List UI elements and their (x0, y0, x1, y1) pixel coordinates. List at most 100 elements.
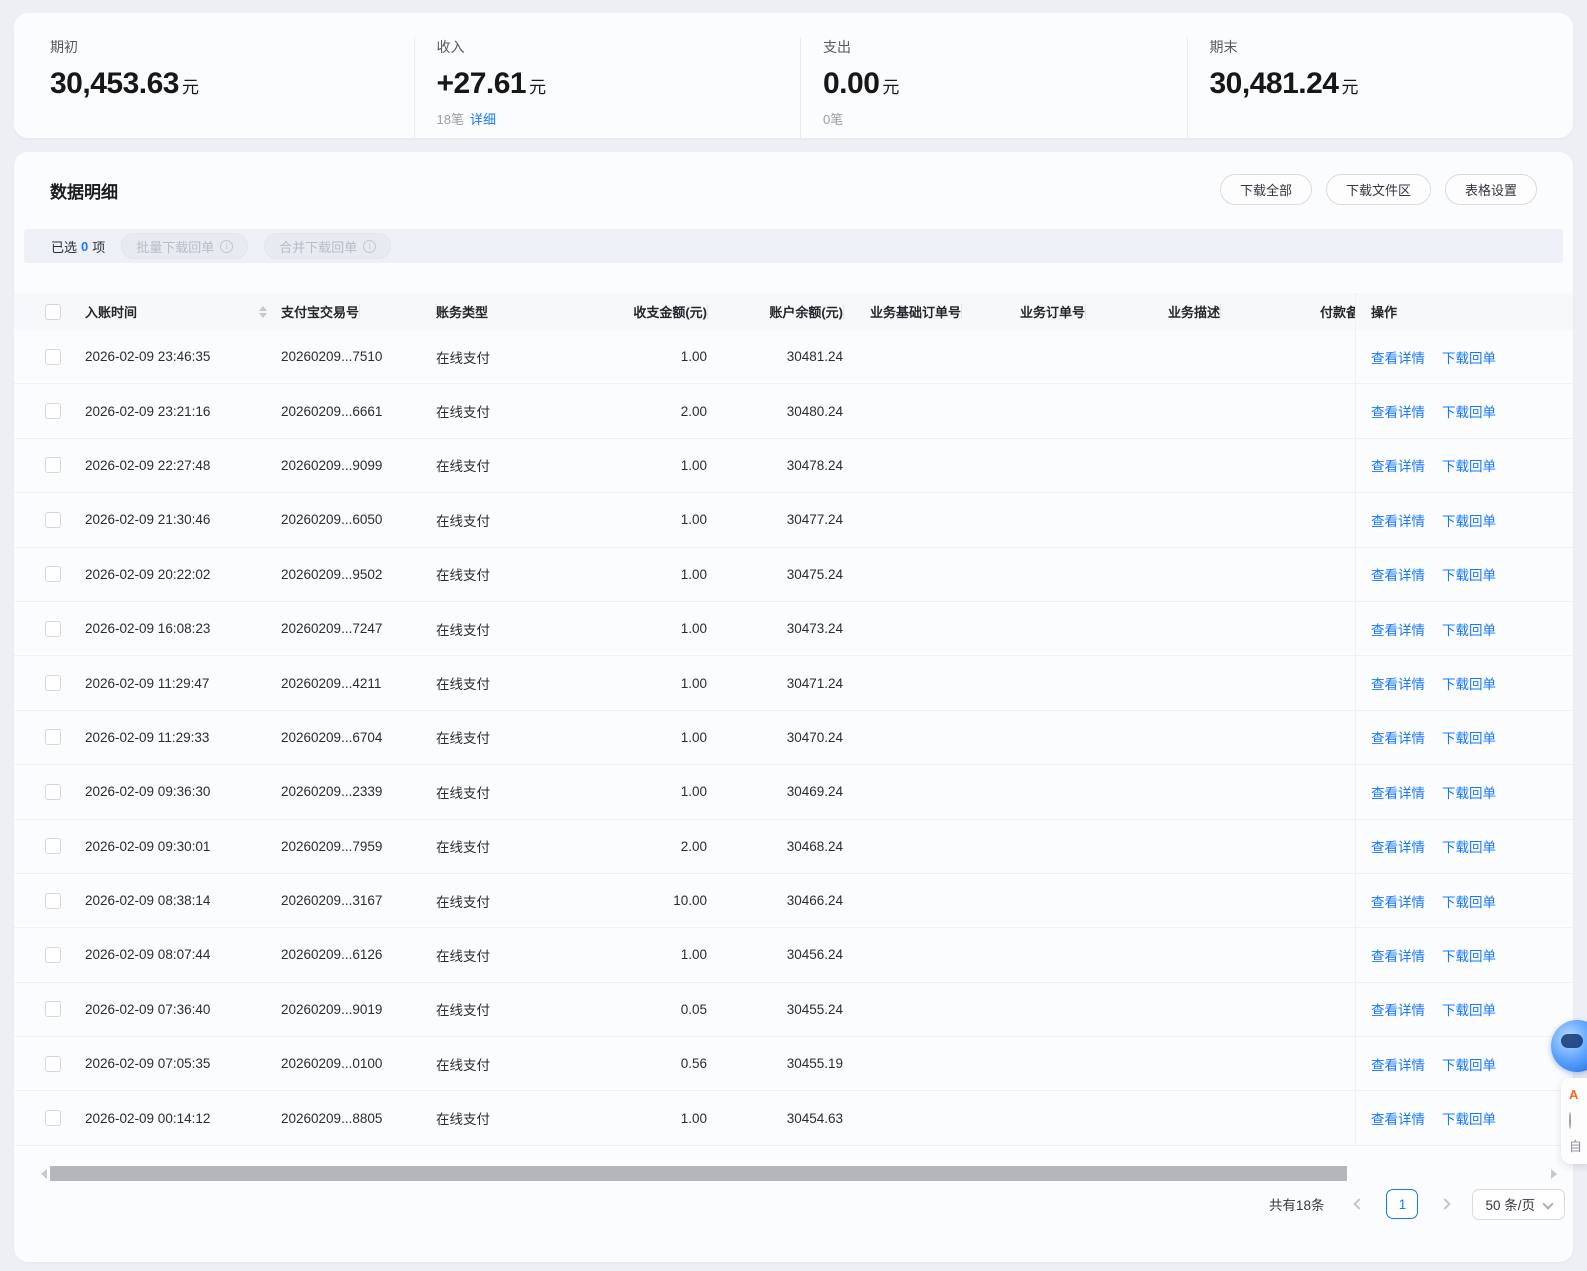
col-actions: 操作 (1355, 293, 1560, 330)
view-detail-link[interactable]: 查看详情 (1371, 401, 1425, 421)
download-receipt-link[interactable]: 下载回单 (1442, 727, 1496, 747)
download-receipt-link[interactable]: 下载回单 (1442, 891, 1496, 911)
view-detail-link[interactable]: 查看详情 (1371, 564, 1425, 584)
view-detail-link[interactable]: 查看详情 (1371, 999, 1425, 1019)
cell-amount: 1.00 (680, 947, 707, 963)
table-row: 2026-02-09 09:30:01 20260209...7959 在线支付… (14, 819, 1573, 874)
view-detail-link[interactable]: 查看详情 (1371, 782, 1425, 802)
next-page-button[interactable] (1432, 1191, 1458, 1217)
download-receipt-link[interactable]: 下载回单 (1442, 455, 1496, 475)
download-receipt-link[interactable]: 下载回单 (1442, 945, 1496, 965)
scroll-left-icon[interactable] (38, 1166, 50, 1181)
download-receipt-link[interactable]: 下载回单 (1442, 347, 1496, 367)
download-receipt-link[interactable]: 下载回单 (1442, 510, 1496, 530)
cell-txn: 20260209...6126 (281, 947, 383, 963)
view-detail-link[interactable]: 查看详情 (1371, 1108, 1425, 1128)
cell-amount: 1.00 (680, 566, 707, 582)
cell-txn: 20260209...6661 (281, 403, 383, 419)
row-checkbox[interactable] (45, 838, 61, 855)
row-checkbox[interactable] (45, 892, 61, 909)
cell-time: 2026-02-09 23:46:35 (85, 349, 211, 365)
chevron-left-icon (1353, 1198, 1366, 1210)
assistant-widget: A 自 (1541, 1020, 1587, 1260)
cell-type: 在线支付 (436, 731, 490, 747)
view-detail-link[interactable]: 查看详情 (1371, 455, 1425, 475)
unit-label: 元 (529, 78, 546, 97)
table-row: 2026-02-09 23:46:35 20260209...7510 在线支付… (14, 330, 1573, 385)
row-checkbox[interactable] (45, 511, 61, 528)
cell-amount: 10.00 (673, 893, 707, 909)
col-base-order: 业务基础订单号 (870, 302, 1020, 321)
table-row: 2026-02-09 11:29:47 20260209...4211 在线支付… (14, 656, 1573, 711)
row-checkbox[interactable] (45, 1110, 61, 1127)
cell-type: 在线支付 (436, 1003, 490, 1019)
total-count: 共有18条 (1268, 1198, 1325, 1213)
col-order: 业务订单号 (1020, 302, 1168, 321)
prev-page-button[interactable] (1346, 1191, 1372, 1217)
download-receipt-link[interactable]: 下载回单 (1442, 619, 1496, 639)
cell-balance: 30473.24 (786, 621, 843, 637)
view-detail-link[interactable]: 查看详情 (1371, 347, 1425, 367)
row-checkbox[interactable] (45, 457, 61, 474)
cell-amount: 2.00 (680, 403, 707, 419)
view-detail-link[interactable]: 查看详情 (1371, 945, 1425, 965)
view-detail-link[interactable]: 查看详情 (1371, 673, 1425, 693)
download-receipt-link[interactable]: 下载回单 (1442, 564, 1496, 584)
chevron-right-icon (1439, 1198, 1452, 1210)
table-body: 2026-02-09 23:46:35 20260209...7510 在线支付… (14, 330, 1573, 1146)
merge-download-button[interactable]: 合并下载回单 i (264, 233, 392, 259)
row-checkbox[interactable] (45, 946, 61, 963)
cell-time: 2026-02-09 09:30:01 (85, 838, 211, 854)
row-checkbox[interactable] (45, 1001, 61, 1018)
select-all-checkbox[interactable] (45, 303, 61, 320)
table-settings-button[interactable]: 表格设置 (1444, 174, 1537, 205)
row-checkbox[interactable] (45, 620, 61, 637)
view-detail-link[interactable]: 查看详情 (1371, 727, 1425, 747)
view-detail-link[interactable]: 查看详情 (1371, 891, 1425, 911)
sort-icon[interactable] (259, 305, 267, 318)
summary-income: 收入 +27.61 元 18笔 详细 (413, 37, 801, 138)
feedback-icon[interactable]: 自 (1569, 1139, 1584, 1154)
download-receipt-link[interactable]: 下载回单 (1442, 401, 1496, 421)
scrollbar-track[interactable] (50, 1166, 1548, 1181)
cell-balance: 30481.24 (786, 349, 843, 365)
download-zone-button[interactable]: 下载文件区 (1325, 174, 1431, 205)
cell-txn: 20260209...9502 (281, 566, 383, 582)
download-receipt-link[interactable]: 下载回单 (1442, 836, 1496, 856)
row-checkbox[interactable] (45, 729, 61, 746)
view-detail-link[interactable]: 查看详情 (1371, 510, 1425, 530)
cell-time: 2026-02-09 00:14:12 (85, 1110, 211, 1126)
cell-balance: 30471.24 (786, 675, 843, 691)
download-receipt-link[interactable]: 下载回单 (1442, 782, 1496, 802)
download-receipt-link[interactable]: 下载回单 (1442, 999, 1496, 1019)
page-title: 数据明细 (50, 183, 118, 202)
transactions-table: 入账时间 支付宝交易号 账务类型 收支金额(元) 账户余额(元) 业务基础订单号… (14, 293, 1573, 1146)
assistant-mini-panel[interactable]: A 自 (1561, 1078, 1587, 1164)
download-receipt-link[interactable]: 下载回单 (1442, 1054, 1496, 1074)
assistant-mascot-icon[interactable] (1551, 1020, 1587, 1072)
hot-icon[interactable]: A (1569, 1087, 1584, 1102)
row-checkbox[interactable] (45, 1055, 61, 1072)
income-detail-link[interactable]: 详细 (470, 112, 496, 127)
cell-balance: 30477.24 (786, 512, 843, 528)
unit-label: 元 (882, 78, 899, 97)
table-row: 2026-02-09 08:38:14 20260209...3167 在线支付… (14, 873, 1573, 929)
cell-balance: 30454.63 (786, 1110, 843, 1126)
summary-subtext: 0笔 (823, 112, 844, 127)
row-checkbox[interactable] (45, 403, 61, 420)
view-detail-link[interactable]: 查看详情 (1371, 619, 1425, 639)
row-checkbox[interactable] (45, 675, 61, 692)
page-number-button[interactable]: 1 (1386, 1189, 1419, 1219)
view-detail-link[interactable]: 查看详情 (1371, 1054, 1425, 1074)
download-all-button[interactable]: 下载全部 (1219, 174, 1312, 205)
download-receipt-link[interactable]: 下载回单 (1442, 673, 1496, 693)
view-detail-link[interactable]: 查看详情 (1371, 836, 1425, 856)
row-checkbox[interactable] (45, 566, 61, 583)
row-checkbox[interactable] (45, 348, 61, 365)
service-icon[interactable] (1569, 1112, 1584, 1129)
download-receipt-link[interactable]: 下载回单 (1442, 1108, 1496, 1128)
cell-balance: 30470.24 (786, 729, 843, 745)
row-checkbox[interactable] (45, 783, 61, 800)
scrollbar-thumb[interactable] (50, 1166, 1347, 1181)
batch-download-button[interactable]: 批量下载回单 i (121, 233, 249, 259)
